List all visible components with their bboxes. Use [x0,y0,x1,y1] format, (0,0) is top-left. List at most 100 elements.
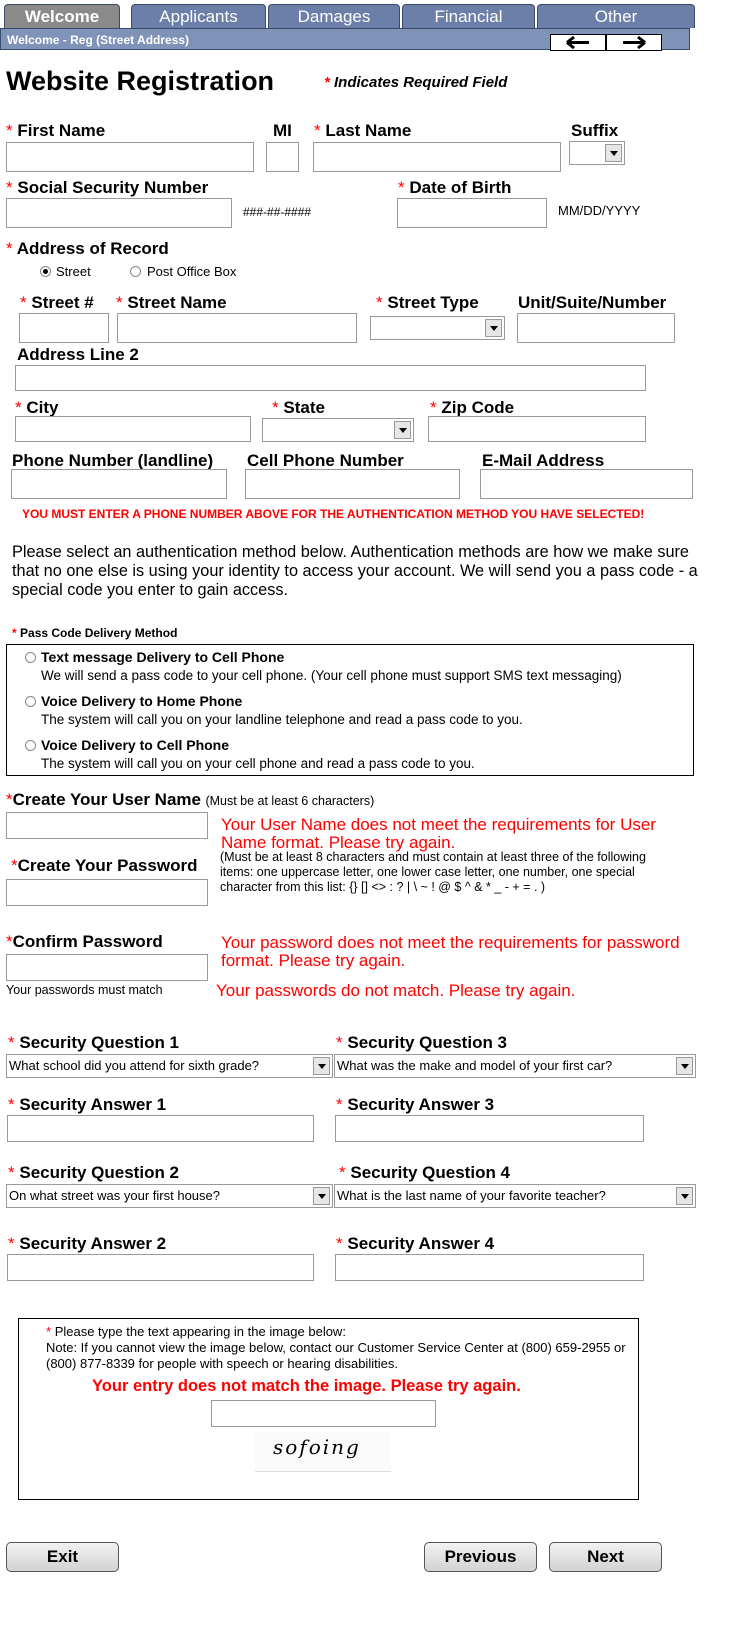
confirm-password-input[interactable] [6,954,208,981]
chevron-down-icon [394,421,411,439]
tab-other[interactable]: Other [537,4,695,28]
security-answer-3-input[interactable] [335,1115,644,1142]
voice-cell-radio[interactable] [25,740,36,751]
state-label: * State [272,398,325,418]
first-name-input[interactable] [6,142,254,172]
last-name-label: * Last Name [314,121,411,141]
passwords-mismatch-error: Your passwords do not match. Please try … [216,981,576,1000]
security-answer-2-input[interactable] [7,1254,314,1281]
email-input[interactable] [480,469,693,499]
address-line-2-label: Address Line 2 [17,345,139,364]
username-input[interactable] [6,812,208,839]
exit-button[interactable]: Exit [6,1542,119,1572]
instruction-text: Please type the text appearing in the im… [54,1324,346,1339]
security-question-1-select[interactable]: What school did you attend for sixth gra… [6,1054,333,1078]
ssn-input[interactable] [6,198,232,228]
text-message-radio[interactable] [25,652,36,663]
label-text: Security Answer 4 [347,1234,495,1253]
tab-applicants[interactable]: Applicants [131,4,266,28]
required-asterisk: * [8,1234,15,1253]
previous-button[interactable]: Previous [424,1542,537,1572]
required-asterisk: * [324,74,330,91]
required-asterisk: * [339,1163,346,1182]
street-name-input[interactable] [117,313,357,343]
label-text: Social Security Number [17,178,209,197]
required-asterisk: * [6,178,13,197]
next-button[interactable]: Next [549,1542,662,1572]
required-note-text: Indicates Required Field [334,74,508,91]
required-asterisk: * [430,398,437,417]
chevron-down-icon [485,319,502,337]
street-type-select[interactable] [370,316,505,340]
password-input[interactable] [6,879,208,906]
username-label: *Create Your User Name (Must be at least… [6,790,374,810]
captcha-note: Note: If you cannot view the image below… [46,1340,626,1371]
password-error: Your password does not meet the requirem… [221,933,680,970]
label-text: Zip Code [441,398,515,417]
last-name-input[interactable] [313,142,561,172]
security-question-4-label: * Security Question 4 [339,1163,510,1183]
required-asterisk: * [272,398,279,417]
required-asterisk: * [8,1095,15,1114]
label-text: Security Answer 3 [347,1095,495,1114]
required-asterisk: * [336,1033,343,1052]
po-box-radio[interactable] [130,266,141,277]
label-text: Date of Birth [409,178,512,197]
tab-welcome[interactable]: Welcome [4,4,120,28]
address-line-2-input[interactable] [15,365,646,391]
street-number-input[interactable] [19,313,109,343]
zip-code-label: * Zip Code [430,398,514,418]
security-question-4-select[interactable]: What is the last name of your favorite t… [334,1184,696,1208]
mi-input[interactable] [266,142,299,172]
street-radio[interactable] [40,266,51,277]
required-asterisk: * [15,398,22,417]
authentication-intro: Please select an authentication method b… [12,543,698,599]
unit-input[interactable] [517,313,675,343]
suffix-select[interactable] [569,141,625,165]
required-asterisk: * [6,121,13,140]
dob-format-hint: MM/DD/YYYY [558,203,641,218]
cell-phone-input[interactable] [245,469,460,499]
label-text: Security Question 1 [19,1033,180,1052]
required-asterisk: * [6,239,13,258]
arrow-left-icon [566,35,589,50]
label-text: Create Your User Name [12,790,201,809]
required-asterisk: * [8,1163,15,1182]
label-text: Street Type [387,293,479,312]
ssn-format-hint: ###-##-#### [243,205,312,219]
page-title: Website Registration [6,66,275,96]
option-description: The system will call you on your cell ph… [41,756,475,771]
security-answer-3-label: * Security Answer 3 [336,1095,494,1115]
zip-code-input[interactable] [428,416,646,442]
city-input[interactable] [15,416,251,442]
security-answer-1-input[interactable] [7,1115,314,1142]
label-text: State [283,398,325,417]
option-description: The system will call you on your landlin… [41,712,523,727]
dob-input[interactable] [397,198,547,228]
option-title: Voice Delivery to Cell Phone [41,737,230,753]
state-select[interactable] [262,418,414,442]
tab-damages[interactable]: Damages [268,4,400,28]
security-question-3-select[interactable]: What was the make and model of your firs… [334,1054,696,1078]
security-question-2-select[interactable]: On what street was your first house? [6,1184,333,1208]
back-arrow-button[interactable] [550,34,606,51]
chevron-down-icon [676,1187,693,1205]
label-text: Confirm Password [12,932,163,951]
required-asterisk: * [6,932,13,951]
street-radio-label: Street [56,264,91,279]
selected-value: What was the make and model of your firs… [337,1058,613,1073]
forward-arrow-button[interactable] [606,34,662,51]
phone-input[interactable] [11,469,227,499]
captcha-input[interactable] [211,1400,436,1427]
option-title: Voice Delivery to Home Phone [41,693,243,709]
tab-financial[interactable]: Financial [402,4,535,28]
po-box-radio-label: Post Office Box [147,264,237,279]
selected-value: What school did you attend for sixth gra… [9,1058,260,1073]
required-asterisk: * [46,1324,52,1339]
security-answer-4-input[interactable] [335,1254,644,1281]
label-text: Address of Record [16,239,169,258]
chevron-down-icon [676,1057,693,1075]
voice-home-radio[interactable] [25,696,36,707]
unit-label: Unit/Suite/Number [518,293,667,312]
username-error: Your User Name does not meet the require… [221,815,656,852]
